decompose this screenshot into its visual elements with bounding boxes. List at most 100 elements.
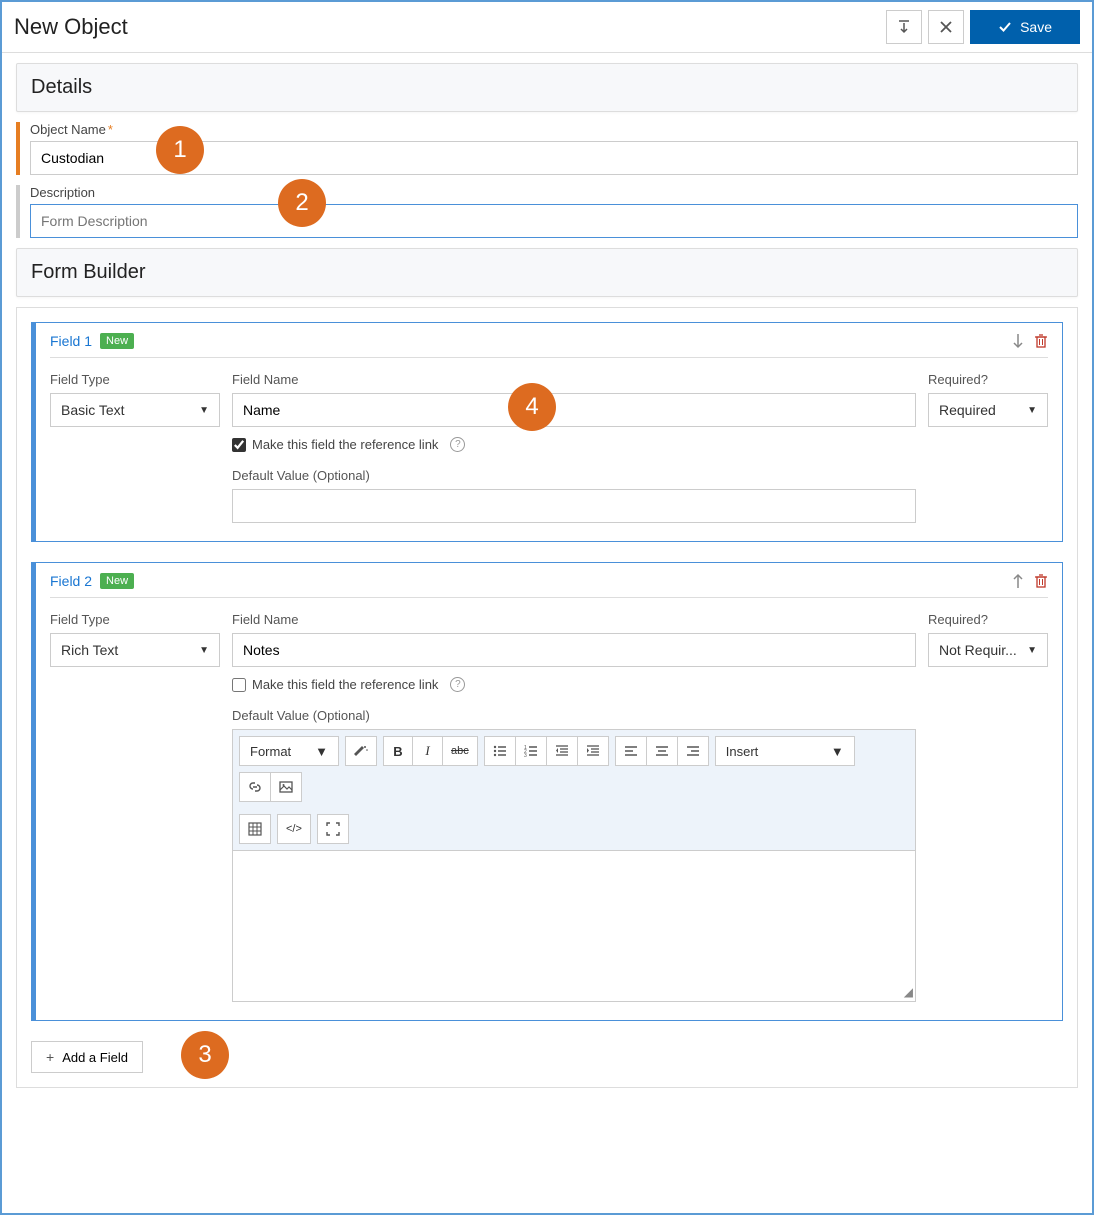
numbered-list-icon: 123 [524, 744, 538, 758]
description-label: Description [30, 185, 1078, 200]
callout-1: 1 [156, 126, 204, 174]
new-badge: New [100, 573, 134, 589]
field-name-input[interactable] [232, 393, 916, 427]
caret-down-icon: ▼ [315, 744, 328, 759]
details-section-header: Details [16, 63, 1078, 112]
code-view-button[interactable]: </> [277, 814, 311, 844]
bold-button[interactable]: B [383, 736, 413, 766]
caret-down-icon: ▼ [1027, 405, 1037, 416]
field-type-label: Field Type [50, 612, 220, 627]
align-center-button[interactable] [647, 736, 678, 766]
reference-link-checkbox[interactable] [232, 678, 246, 692]
code-icon: </> [286, 823, 302, 835]
format-select[interactable]: Format ▼ [239, 736, 339, 766]
field-name-label: Field Name [232, 372, 916, 387]
callout-2: 2 [278, 179, 326, 227]
help-icon[interactable]: ? [450, 437, 465, 452]
resize-handle-icon[interactable]: ◢ [904, 985, 913, 999]
strikethrough-icon: abc [451, 745, 469, 757]
link-icon [248, 780, 262, 794]
plus-icon: + [46, 1049, 54, 1065]
image-button[interactable] [271, 772, 302, 802]
move-up-button[interactable] [1012, 573, 1024, 589]
required-label: Required? [928, 612, 1048, 627]
caret-down-icon: ▼ [199, 405, 209, 416]
link-button[interactable] [239, 772, 271, 802]
required-star-icon: * [108, 122, 113, 137]
trash-icon [1034, 573, 1048, 589]
svg-text:3: 3 [524, 753, 527, 758]
field-type-value: Basic Text [61, 402, 125, 418]
field-type-select[interactable]: Rich Text ▼ [50, 633, 220, 667]
reference-link-label: Make this field the reference link [252, 437, 438, 452]
field-title: Field 1 [50, 333, 92, 349]
bullet-list-button[interactable] [484, 736, 516, 766]
page-title: New Object [14, 14, 128, 40]
magic-wand-icon [354, 744, 368, 758]
field-type-label: Field Type [50, 372, 220, 387]
delete-field-button[interactable] [1034, 573, 1048, 589]
default-value-input[interactable] [232, 489, 916, 523]
field-type-select[interactable]: Basic Text ▼ [50, 393, 220, 427]
caret-down-icon: ▼ [1027, 645, 1037, 656]
default-value-label: Default Value (Optional) [232, 708, 916, 723]
save-label: Save [1020, 19, 1052, 35]
align-left-icon [624, 744, 638, 758]
field-card: Field 2 New [31, 562, 1063, 1021]
indent-icon [586, 744, 600, 758]
required-value: Not Requir... [939, 642, 1017, 658]
align-right-icon [686, 744, 700, 758]
callout-4: 4 [508, 383, 556, 431]
reference-link-checkbox[interactable] [232, 438, 246, 452]
close-button[interactable] [928, 10, 964, 44]
caret-down-icon: ▼ [199, 645, 209, 656]
insert-select[interactable]: Insert ▼ [715, 736, 855, 766]
fullscreen-icon [326, 822, 340, 836]
move-down-button[interactable] [1012, 333, 1024, 349]
bullet-list-icon [493, 744, 507, 758]
required-value: Required [939, 402, 996, 418]
default-value-label: Default Value (Optional) [232, 468, 916, 483]
arrow-down-icon [1012, 333, 1024, 349]
indent-button[interactable] [578, 736, 609, 766]
description-input[interactable] [30, 204, 1078, 238]
delete-field-button[interactable] [1034, 333, 1048, 349]
align-right-button[interactable] [678, 736, 709, 766]
field-name-label: Field Name [232, 612, 916, 627]
form-builder-section-header: Form Builder [16, 248, 1078, 297]
reference-link-label: Make this field the reference link [252, 677, 438, 692]
field-card: Field 1 New [31, 322, 1063, 542]
fullscreen-button[interactable] [317, 814, 349, 844]
field-name-input[interactable] [232, 633, 916, 667]
new-badge: New [100, 333, 134, 349]
required-select[interactable]: Not Requir... ▼ [928, 633, 1048, 667]
outdent-icon [555, 744, 569, 758]
import-button[interactable] [886, 10, 922, 44]
required-select[interactable]: Required ▼ [928, 393, 1048, 427]
add-field-button[interactable]: + Add a Field [31, 1041, 143, 1073]
field-title: Field 2 [50, 573, 92, 589]
callout-3: 3 [181, 1031, 229, 1079]
download-icon [897, 20, 911, 34]
align-left-button[interactable] [615, 736, 647, 766]
image-icon [279, 780, 293, 794]
clear-formatting-button[interactable] [345, 736, 377, 766]
add-field-label: Add a Field [62, 1050, 128, 1065]
arrow-up-icon [1012, 573, 1024, 589]
editor-body[interactable]: ◢ [233, 851, 915, 1001]
insert-label: Insert [726, 744, 759, 759]
rich-text-editor: Format ▼ B [232, 729, 916, 1002]
numbered-list-button[interactable]: 123 [516, 736, 547, 766]
strikethrough-button[interactable]: abc [443, 736, 478, 766]
table-button[interactable] [239, 814, 271, 844]
required-label: Required? [928, 372, 1048, 387]
italic-icon: I [425, 743, 429, 759]
form-builder-container: Field 1 New [16, 307, 1078, 1088]
outdent-button[interactable] [547, 736, 578, 766]
trash-icon [1034, 333, 1048, 349]
save-button[interactable]: Save [970, 10, 1080, 44]
format-label: Format [250, 744, 291, 759]
italic-button[interactable]: I [413, 736, 443, 766]
bold-icon: B [393, 744, 402, 759]
help-icon[interactable]: ? [450, 677, 465, 692]
